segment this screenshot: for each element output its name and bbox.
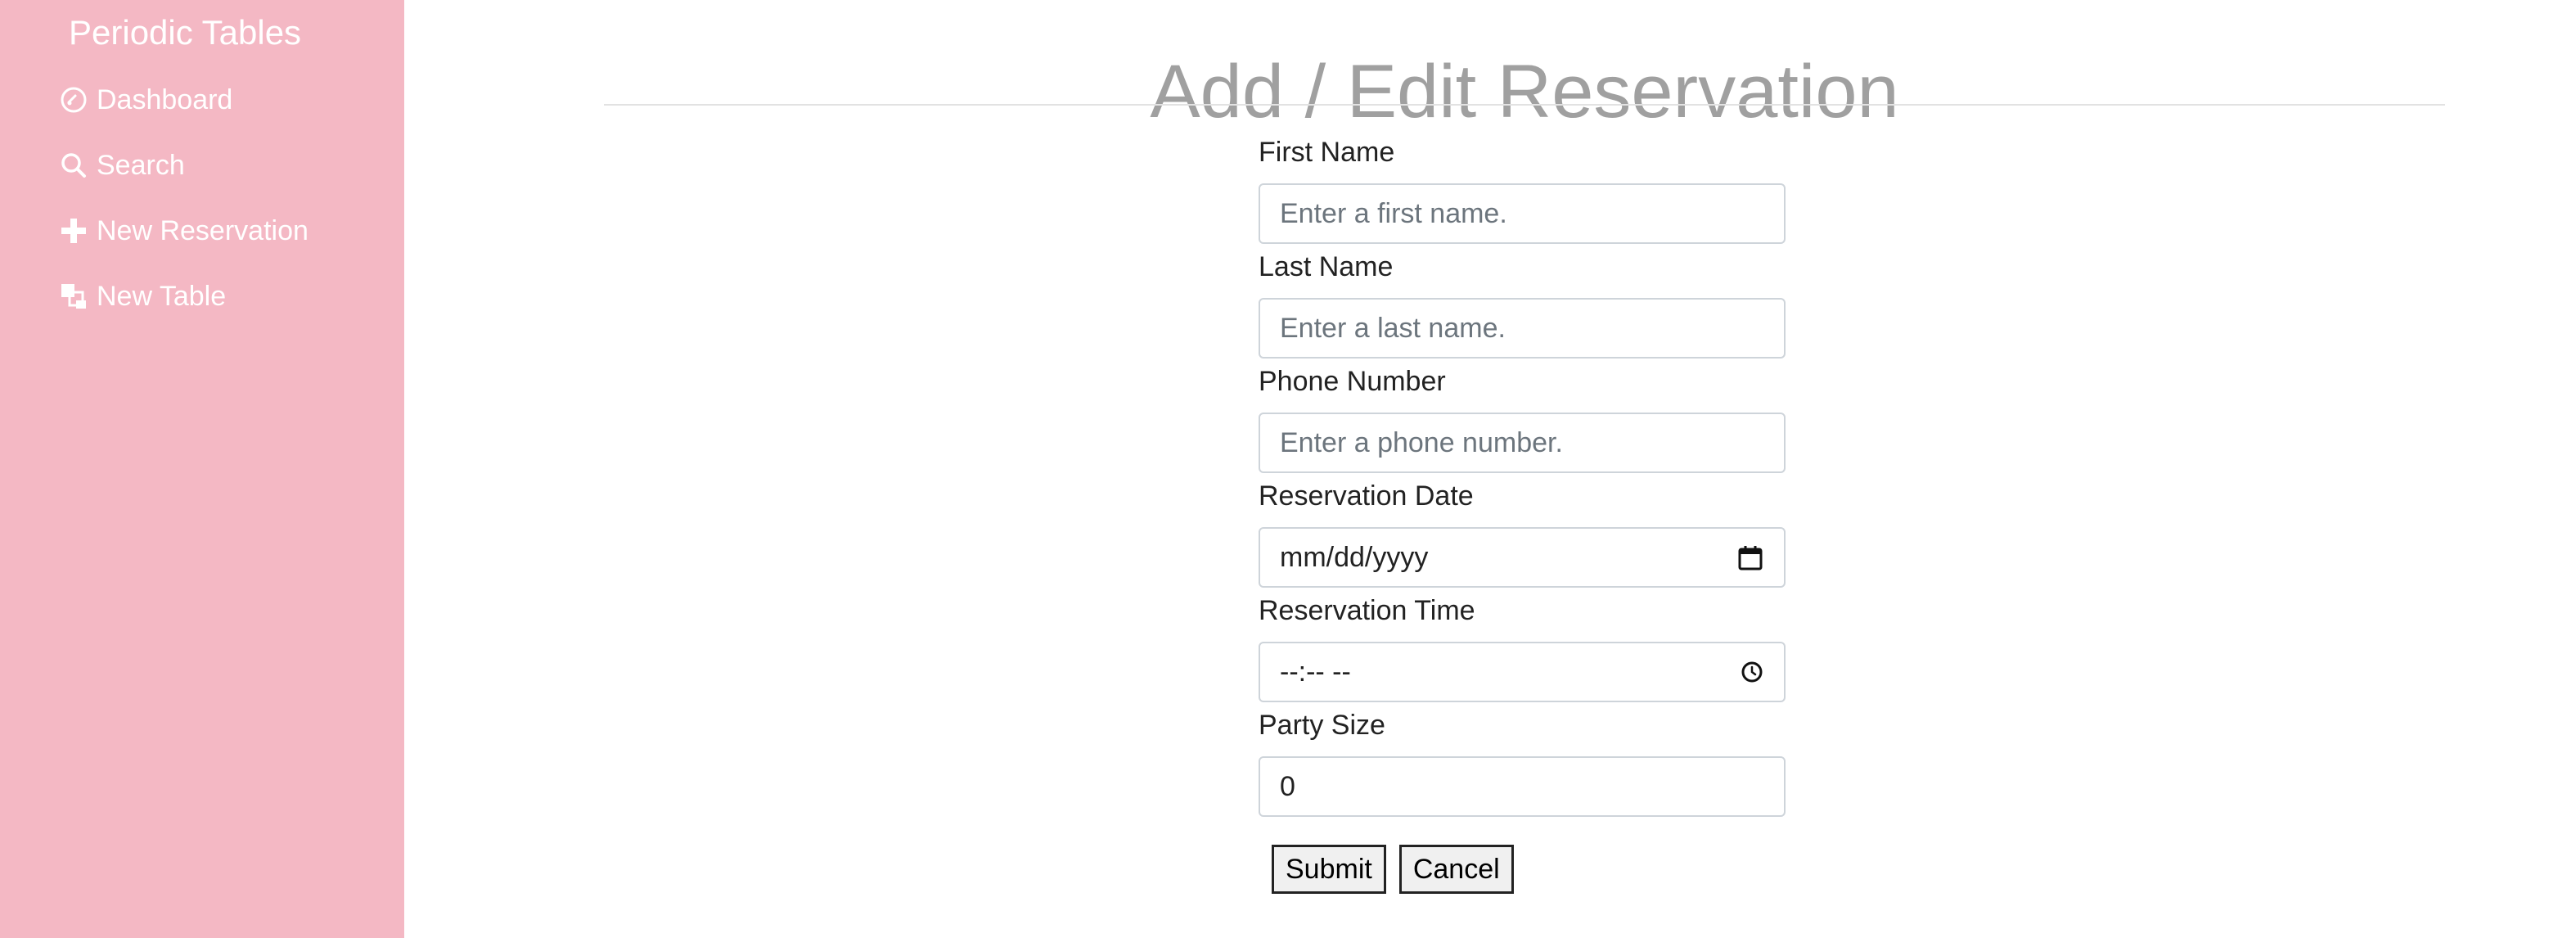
- party-size-label: Party Size: [1259, 710, 1385, 741]
- last-name-input[interactable]: Enter a last name.: [1259, 298, 1786, 359]
- time-field: Reservation Time --:-- --: [1259, 588, 1789, 702]
- plus-icon: [59, 216, 88, 246]
- nav-search[interactable]: Search: [59, 142, 185, 188]
- phone-label: Phone Number: [1259, 366, 1446, 397]
- nav-dashboard[interactable]: Dashboard: [59, 77, 232, 123]
- nav-new-reservation-label: New Reservation: [97, 214, 308, 246]
- sidebar: Periodic Tables Dashboard Search New Res…: [0, 0, 404, 938]
- nav-new-table[interactable]: New Table: [59, 273, 226, 319]
- dashboard-icon: [59, 85, 88, 115]
- date-field: Reservation Date mm/dd/yyyy: [1259, 473, 1789, 588]
- search-icon: [59, 151, 88, 180]
- cancel-button[interactable]: Cancel: [1398, 845, 1514, 894]
- nav-new-reservation[interactable]: New Reservation: [59, 208, 308, 254]
- form-buttons: Submit Cancel: [1272, 845, 1514, 894]
- time-label: Reservation Time: [1259, 595, 1475, 626]
- clock-icon[interactable]: [1740, 660, 1764, 684]
- date-input-value: mm/dd/yyyy: [1280, 541, 1429, 573]
- page-title: Add / Edit Reservation: [1150, 49, 1899, 133]
- app: Periodic Tables Dashboard Search New Res…: [0, 0, 2576, 938]
- last-name-label: Last Name: [1259, 251, 1394, 282]
- first-name-field: First Name Enter a first name.: [1259, 129, 1789, 244]
- time-input[interactable]: --:-- --: [1259, 642, 1786, 702]
- first-name-label: First Name: [1259, 137, 1395, 168]
- phone-field: Phone Number Enter a phone number.: [1259, 359, 1789, 473]
- table-icon: [59, 282, 88, 311]
- title-divider: [604, 104, 2445, 106]
- phone-input[interactable]: Enter a phone number.: [1259, 413, 1786, 473]
- nav-search-label: Search: [97, 149, 185, 181]
- main-content: Add / Edit Reservation First Name Enter …: [404, 0, 2576, 938]
- party-size-input[interactable]: 0: [1259, 756, 1786, 817]
- time-input-value: --:-- --: [1280, 656, 1351, 688]
- date-input[interactable]: mm/dd/yyyy: [1259, 527, 1786, 588]
- party-size-field: Party Size 0: [1259, 702, 1789, 817]
- last-name-field: Last Name Enter a last name.: [1259, 244, 1789, 359]
- first-name-input[interactable]: Enter a first name.: [1259, 183, 1786, 244]
- date-label: Reservation Date: [1259, 480, 1474, 512]
- submit-button[interactable]: Submit: [1272, 845, 1386, 894]
- nav-new-table-label: New Table: [97, 280, 227, 312]
- calendar-icon[interactable]: [1736, 543, 1764, 571]
- brand-title[interactable]: Periodic Tables: [69, 8, 301, 57]
- nav-dashboard-label: Dashboard: [97, 83, 233, 115]
- reservation-form: First Name Enter a first name. Last Name…: [1259, 129, 1789, 817]
